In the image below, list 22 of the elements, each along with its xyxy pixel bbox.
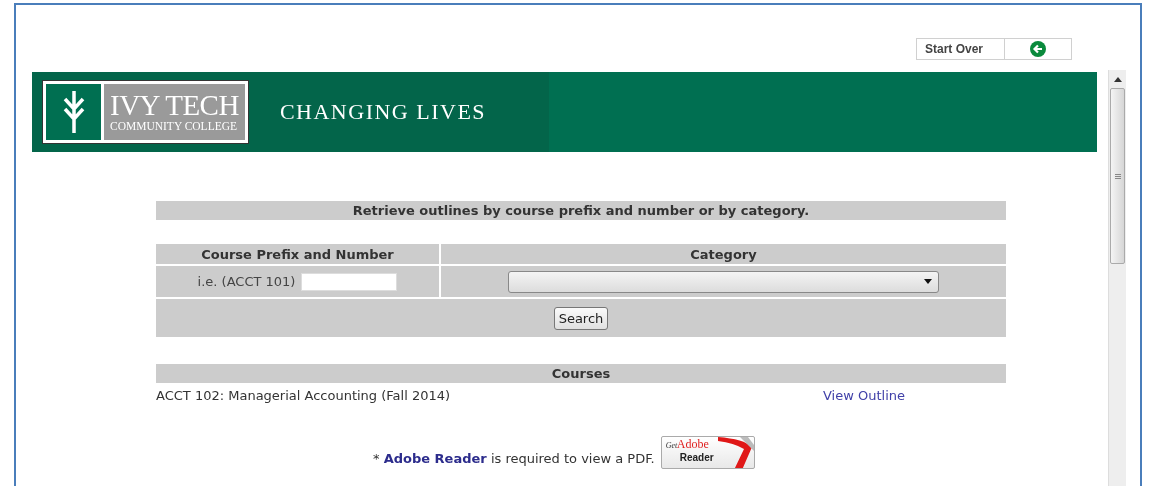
- scrollbar[interactable]: [1108, 70, 1126, 486]
- pdf-notice: * Adobe Reader is required to view a PDF.: [373, 451, 655, 466]
- column-header: Category: [441, 244, 1006, 264]
- scroll-up-icon[interactable]: [1113, 76, 1122, 82]
- column-header: Course Prefix and Number: [156, 244, 439, 264]
- category-dropdown[interactable]: [508, 270, 939, 293]
- logo-subtitle: COMMUNITY COLLEGE: [110, 119, 239, 133]
- scroll-thumb[interactable]: [1110, 88, 1125, 264]
- dropdown-caret-icon: [924, 279, 932, 284]
- course-number-field[interactable]: [301, 272, 398, 291]
- back-arrow-icon[interactable]: [1030, 41, 1046, 57]
- get-reader-badge[interactable]: GetAdobe Reader: [660, 436, 755, 469]
- course-name: ACCT 102: Managerial Accounting (Fall 2014): [156, 388, 452, 403]
- tagline: CHANGING LIVES: [279, 99, 487, 125]
- grip-icon: [1114, 173, 1121, 179]
- form-title: Retrieve outlines by course prefix and number or by category.: [156, 201, 1006, 220]
- logo-name: IVY TECH: [110, 91, 239, 119]
- courses-header: Courses: [156, 364, 1006, 383]
- view-outline-link[interactable]: View Outline: [823, 388, 905, 403]
- prefix-hint: i.e. (ACCT 101): [197, 274, 296, 289]
- adobe-reader-link[interactable]: Adobe Reader: [383, 451, 487, 466]
- search-button[interactable]: Search: [553, 306, 609, 330]
